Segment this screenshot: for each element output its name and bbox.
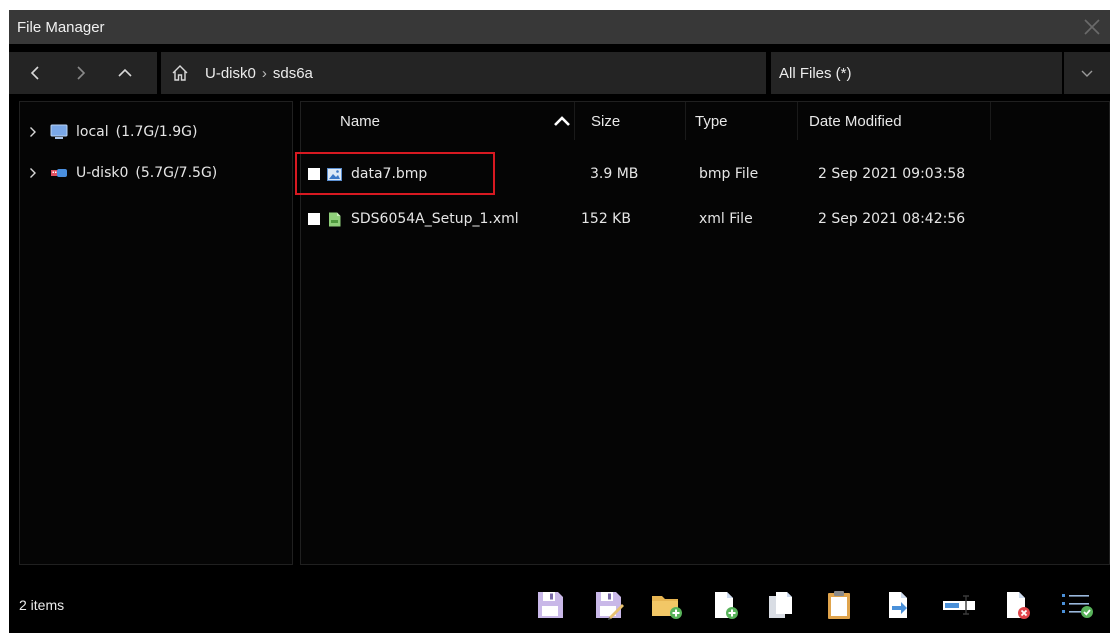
file-list-header: Name Size Type Date Modified — [301, 102, 1110, 140]
save-as-icon — [596, 592, 624, 620]
chevron-down-icon — [1081, 70, 1093, 77]
tree-item-capacity: (1.7G/1.9G) — [115, 124, 198, 140]
column-header-date[interactable]: Date Modified — [798, 102, 991, 140]
device-tree: local (1.7G/1.9G) U-disk0 (5.7G/7.5G) — [19, 101, 293, 565]
row-checkbox[interactable] — [308, 168, 320, 180]
column-label: Name — [340, 112, 381, 130]
breadcrumb-segment-disk[interactable]: U-disk0 — [205, 65, 256, 82]
table-row[interactable]: data7.bmp 3.9 MB bmp File 2 Sep 2021 09:… — [301, 159, 1110, 189]
file-list: Name Size Type Date Modified data7.bmp 3… — [300, 101, 1110, 565]
file-type: xml File — [699, 211, 753, 227]
usb-icon — [50, 165, 70, 181]
save-button[interactable] — [530, 585, 570, 625]
file-size: 3.9 MB — [590, 166, 639, 182]
breadcrumb[interactable]: U-disk0 › sds6a — [161, 52, 766, 94]
file-name: SDS6054A_Setup_1.xml — [351, 211, 519, 227]
move-icon — [889, 592, 907, 618]
column-header-size[interactable]: Size — [583, 102, 686, 140]
status-bar: 2 items — [9, 576, 1110, 633]
file-name: data7.bmp — [351, 166, 428, 182]
column-label: Size — [591, 112, 621, 130]
expand-arrow-icon[interactable] — [29, 126, 45, 138]
new-folder-button[interactable] — [647, 585, 687, 625]
tree-item-udisk[interactable]: U-disk0 (5.7G/7.5G) — [20, 159, 292, 187]
breadcrumb-segment-folder[interactable]: sds6a — [273, 65, 313, 82]
paste-icon — [828, 591, 850, 619]
forward-button[interactable] — [63, 52, 99, 94]
rename-icon — [943, 595, 975, 615]
file-date: 2 Sep 2021 08:42:56 — [818, 211, 966, 227]
delete-button[interactable] — [997, 585, 1037, 625]
column-label: Date Modified — [809, 112, 902, 130]
file-date: 2 Sep 2021 09:03:58 — [818, 166, 966, 182]
sort-ascending-icon[interactable] — [553, 114, 571, 132]
new-folder-icon — [652, 596, 682, 619]
navigation-bar: U-disk0 › sds6a All Files (*) — [9, 52, 1110, 94]
tree-item-label: U-disk0 — [76, 165, 129, 181]
new-file-button[interactable] — [705, 585, 745, 625]
file-type: bmp File — [699, 166, 759, 182]
move-button[interactable] — [879, 585, 919, 625]
tree-item-label: local — [76, 124, 109, 140]
file-filter-select[interactable]: All Files (*) — [771, 52, 1062, 94]
up-button[interactable] — [107, 52, 143, 94]
copy-icon — [769, 592, 792, 618]
checklist-icon — [1062, 594, 1093, 618]
new-file-icon — [715, 592, 738, 619]
column-label: Type — [695, 112, 728, 130]
item-count: 2 items — [19, 596, 65, 613]
image-file-icon — [327, 167, 342, 181]
column-header-name[interactable]: Name — [301, 102, 575, 140]
delete-icon — [1007, 592, 1030, 619]
file-size: 152 KB — [581, 211, 631, 227]
paste-button[interactable] — [819, 585, 859, 625]
title-bar: File Manager — [9, 10, 1110, 44]
file-manager-window: File Manager U-disk0 › sds6a All Files (… — [9, 10, 1110, 633]
copy-button[interactable] — [761, 585, 801, 625]
tree-item-local[interactable]: local (1.7G/1.9G) — [20, 118, 292, 146]
back-button[interactable] — [17, 52, 53, 94]
tree-item-capacity: (5.7G/7.5G) — [135, 165, 218, 181]
row-checkbox[interactable] — [308, 213, 320, 225]
chevron-right-icon — [77, 66, 86, 80]
monitor-icon — [50, 124, 70, 140]
chevron-up-icon — [118, 68, 132, 77]
xml-file-icon — [329, 212, 341, 226]
home-icon[interactable] — [171, 62, 193, 84]
breadcrumb-separator: › — [261, 64, 267, 82]
nav-buttons — [9, 52, 157, 94]
select-all-button[interactable] — [1057, 585, 1097, 625]
table-row[interactable]: SDS6054A_Setup_1.xml 152 KB xml File 2 S… — [301, 204, 1110, 234]
close-icon — [1084, 19, 1100, 35]
column-header-type[interactable]: Type — [686, 102, 798, 140]
save-icon — [538, 592, 563, 618]
expand-arrow-icon[interactable] — [29, 167, 45, 179]
window-title: File Manager — [17, 18, 105, 36]
save-as-button[interactable] — [589, 585, 629, 625]
filter-dropdown-button[interactable] — [1064, 52, 1110, 94]
rename-button[interactable] — [939, 585, 979, 625]
chevron-left-icon — [30, 66, 39, 80]
close-button[interactable] — [1074, 10, 1110, 44]
